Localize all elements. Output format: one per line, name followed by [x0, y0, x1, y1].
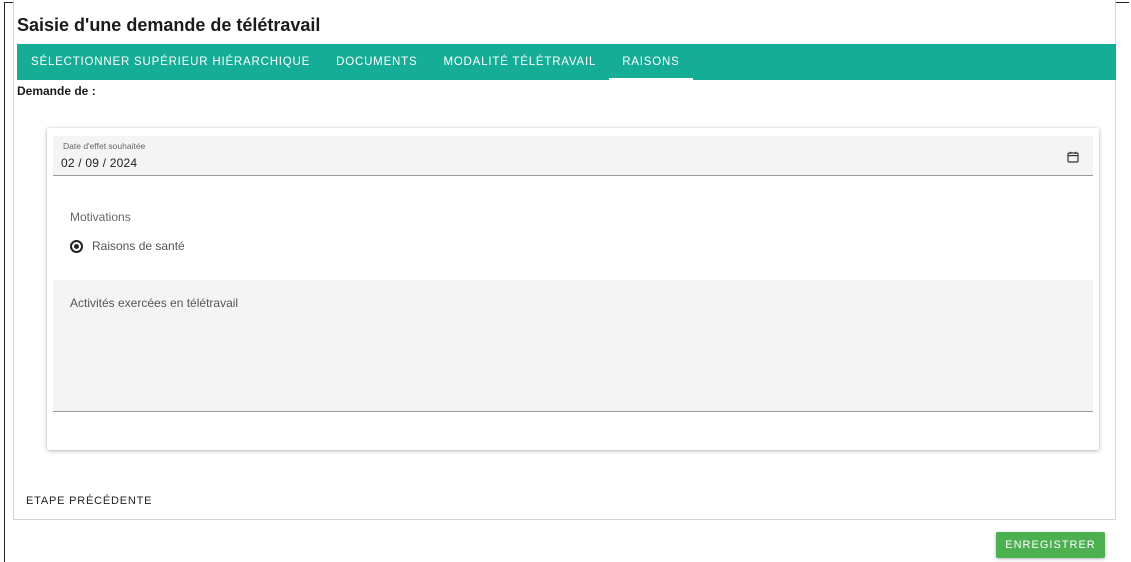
tab-reasons[interactable]: RAISONS [609, 44, 693, 80]
effective-date-value[interactable]: 02 / 09 / 2024 [61, 156, 137, 170]
effective-date-field[interactable]: Date d'effet souhaitée 02 / 09 / 2024 [53, 136, 1093, 176]
form-card: Date d'effet souhaitée 02 / 09 / 2024 Mo… [47, 128, 1099, 450]
activities-label: Activités exercées en télétravail [70, 296, 239, 310]
effective-date-label: Date d'effet souhaitée [63, 141, 146, 151]
radio-selected-icon[interactable] [70, 239, 83, 253]
tab-telework-modality[interactable]: MODALITÉ TÉLÉTRAVAIL [430, 44, 609, 80]
page-title: Saisie d'une demande de télétravail [17, 15, 321, 35]
tab-bar: SÉLECTIONNER SUPÉRIEUR HIÉRARCHIQUE DOCU… [17, 44, 1116, 80]
tab-documents[interactable]: DOCUMENTS [323, 44, 430, 80]
calendar-icon[interactable] [1067, 151, 1079, 163]
requester-label: Demande de : [17, 84, 96, 98]
activities-textarea[interactable]: Activités exercées en télétravail [53, 280, 1093, 412]
motivations-label: Motivations [70, 210, 131, 224]
save-button[interactable]: ENREGISTRER [996, 532, 1105, 558]
tab-select-supervisor[interactable]: SÉLECTIONNER SUPÉRIEUR HIÉRARCHIQUE [17, 44, 323, 80]
motivation-option-label: Raisons de santé [92, 239, 185, 253]
previous-step-button[interactable]: ETAPE PRÉCÉDENTE [26, 495, 152, 507]
motivation-option-health[interactable]: Raisons de santé [70, 239, 185, 253]
